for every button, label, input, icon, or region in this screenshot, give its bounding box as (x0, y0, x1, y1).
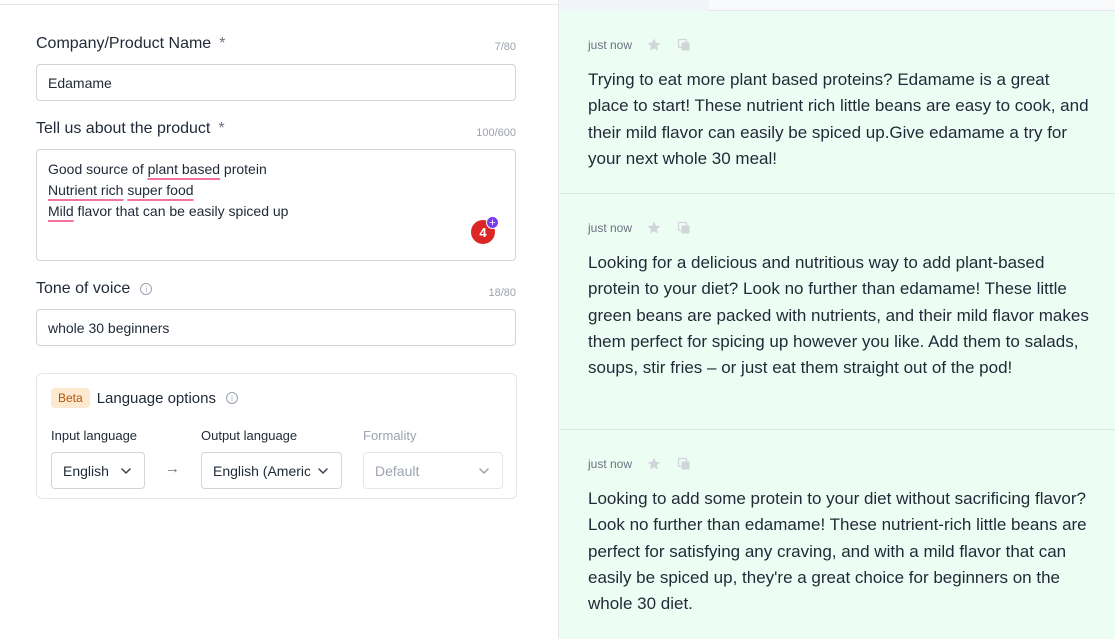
chevron-down-icon (479, 467, 489, 474)
result-card: just now Looking for a delicious and nut… (559, 194, 1115, 430)
tone-of-voice-label-text: Tone of voice (36, 280, 131, 297)
required-mark: * (219, 35, 226, 52)
info-icon[interactable]: i (140, 283, 153, 295)
result-card: just now Trying to eat more plant based … (559, 11, 1115, 194)
product-description-textarea[interactable]: Good source of plant based protein Nutri… (36, 149, 516, 261)
spellcheck-word[interactable]: plant based (148, 161, 220, 177)
textarea-line: Mild flavor that can be easily spiced up (48, 201, 504, 222)
result-text: Looking for a delicious and nutritious w… (588, 253, 1089, 378)
output-language-label: Output language (201, 428, 298, 443)
formality-value: Default (375, 462, 420, 479)
product-description-counter: 100/600 (476, 127, 516, 139)
result-text: Trying to eat more plant based proteins?… (588, 70, 1089, 168)
star-icon[interactable] (646, 220, 662, 236)
input-form: Company/Product Name * 7/80 Tell us abou… (0, 0, 558, 639)
text-run: protein (220, 161, 267, 177)
copy-icon[interactable] (676, 456, 692, 472)
copy-icon[interactable] (676, 220, 692, 236)
language-options-panel: Beta Language options i Input language E… (36, 373, 517, 499)
output-language-value: English (American) (213, 462, 310, 479)
grammar-suggestions-badge[interactable]: 4 + (471, 216, 499, 244)
beta-badge: Beta (51, 388, 90, 408)
formality-select[interactable]: Default (363, 452, 503, 489)
company-name-input[interactable] (36, 64, 516, 101)
text-run: flavor that can be easily spiced up (73, 203, 289, 219)
plus-icon: + (486, 216, 499, 229)
input-language-label: Input language (51, 428, 138, 443)
required-mark: * (218, 120, 225, 137)
formality-label: Formality (363, 428, 417, 443)
product-description-label: Tell us about the product * (36, 120, 225, 138)
result-timestamp: just now (588, 457, 633, 471)
arrow-right-icon: → (165, 460, 180, 477)
input-language-value: English (63, 462, 109, 479)
company-name-label-text: Company/Product Name (36, 35, 212, 52)
textarea-line: Good source of plant based protein (48, 159, 504, 180)
star-icon[interactable] (646, 456, 662, 472)
textarea-line: Nutrient rich super food (48, 180, 504, 201)
star-icon[interactable] (646, 37, 662, 53)
result-text: Looking to add some protein to your diet… (588, 489, 1087, 614)
result-meta: just now (588, 37, 692, 53)
output-language-select[interactable]: English (American) (201, 452, 342, 489)
info-icon[interactable]: i (225, 392, 238, 404)
result-card: just now Looking to add some protein to … (559, 430, 1115, 639)
language-options-header: Beta Language options i (51, 388, 238, 408)
chevron-down-icon (121, 467, 131, 474)
result-meta: just now (588, 456, 692, 472)
result-timestamp: just now (588, 221, 633, 235)
spellcheck-word[interactable]: Nutrient rich (48, 182, 123, 198)
chevron-down-icon (318, 467, 328, 474)
tone-of-voice-label: Tone of voice i (36, 280, 153, 298)
tone-of-voice-input[interactable] (36, 309, 516, 346)
copy-icon[interactable] (676, 37, 692, 53)
results-tab-bar (559, 0, 1115, 11)
text-run: Good source of (48, 161, 148, 177)
language-options-title: Language options (96, 389, 216, 407)
result-meta: just now (588, 220, 692, 236)
spellcheck-word[interactable]: Mild (48, 203, 74, 219)
results-panel: just now Trying to eat more plant based … (558, 0, 1115, 639)
tone-of-voice-counter: 18/80 (488, 287, 516, 299)
active-tab-indicator (559, 0, 709, 11)
product-description-label-text: Tell us about the product (36, 120, 211, 137)
input-language-select[interactable]: English (51, 452, 145, 489)
company-name-label: Company/Product Name * (36, 35, 225, 53)
company-name-counter: 7/80 (494, 41, 516, 53)
result-timestamp: just now (588, 38, 633, 52)
spellcheck-word[interactable]: super food (127, 182, 193, 198)
